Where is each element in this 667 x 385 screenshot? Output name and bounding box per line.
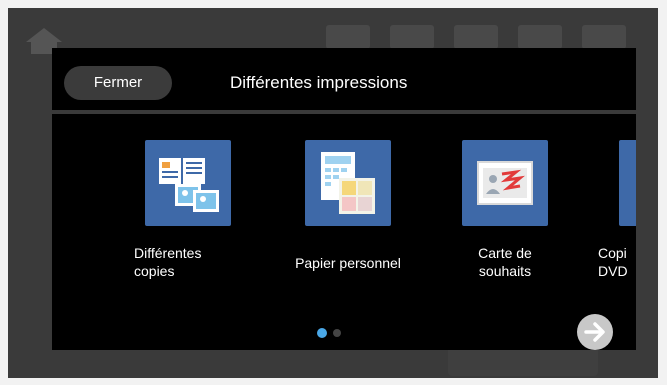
personal-paper-icon [305,140,391,226]
help-icon [582,25,626,49]
greeting-card-icon [462,140,548,226]
arrow-right-icon [584,322,605,342]
tile-label: Différentes copies [134,245,202,279]
close-button[interactable]: Fermer [64,66,172,100]
dialog-header: Fermer Différentes impressions [52,48,636,110]
tile-label: Carte de souhaits [478,245,532,279]
wifi-icon [390,25,434,49]
next-page-button[interactable] [577,314,613,350]
dialog-title: Différentes impressions [230,73,408,92]
tile-various-copies[interactable]: Différentes copies [124,140,252,280]
tile-dvd-copy[interactable]: Copi DVD [598,140,636,280]
status-icon [326,25,370,49]
ink-icon [518,25,562,49]
wifi-direct-icon [454,25,498,49]
tile-label: Copi DVD [598,245,628,279]
page-indicator [317,328,341,338]
page-dot-active [317,328,327,338]
page-dot [333,329,341,337]
various-prints-dialog: Fermer Différentes impressions Différent… [52,48,636,350]
dvd-copy-icon [619,140,636,226]
print-options-carousel[interactable]: Différentes copies Papier personnel Cart… [52,114,636,350]
tile-label: Papier personnel [295,255,401,271]
printer-screen: Fermer Différentes impressions Différent… [8,8,658,378]
multi-copies-icon [145,140,231,226]
tile-greeting-card[interactable]: Carte de souhaits [441,140,569,280]
tile-personal-paper[interactable]: Papier personnel [284,140,412,272]
